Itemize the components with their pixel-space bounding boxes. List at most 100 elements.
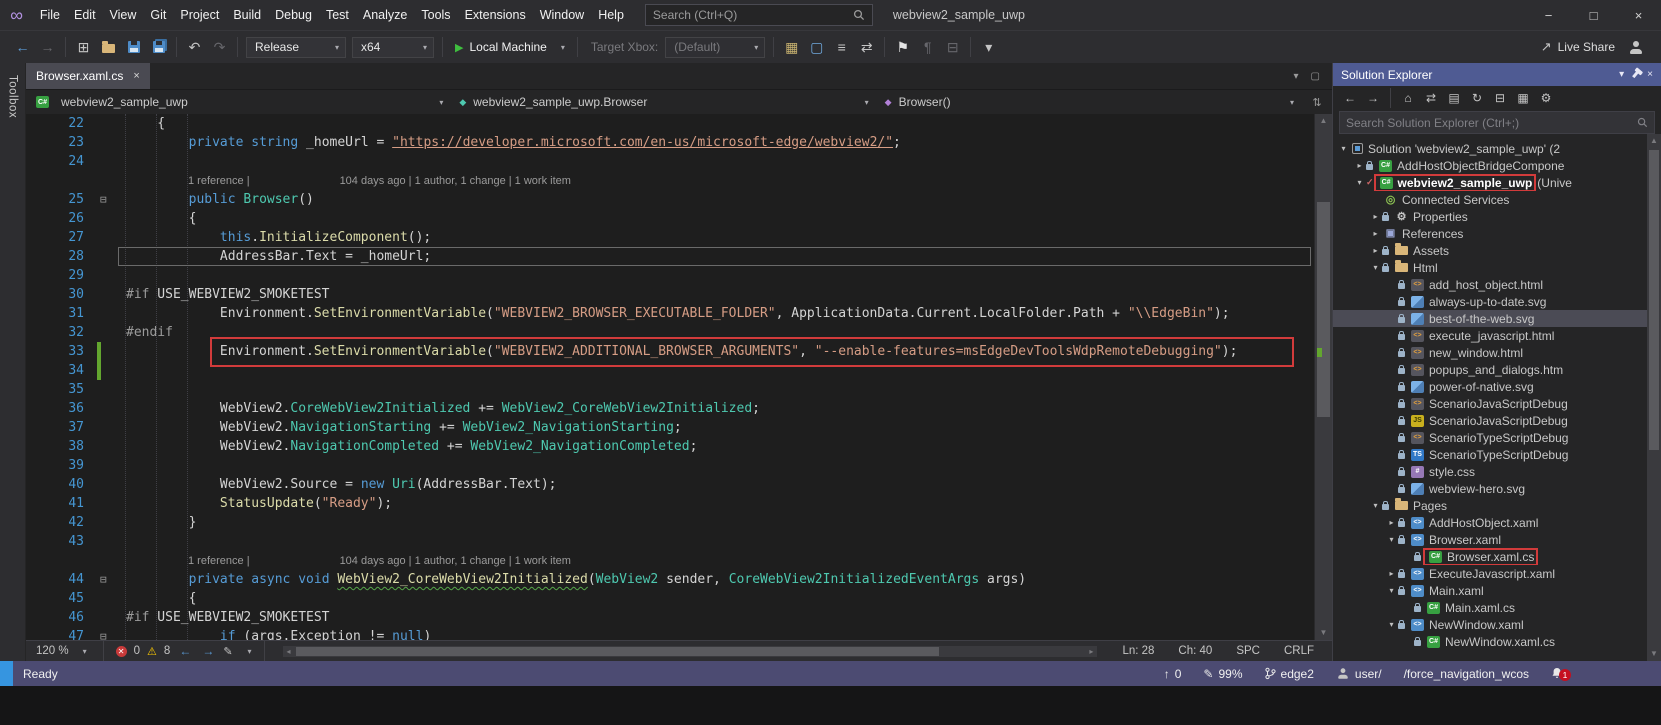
code-editor[interactable]: 22 {23 private string _homeUrl = "https:…	[26, 114, 1314, 640]
code-line[interactable]: 47 ⊟ if (args.Exception != null)	[26, 627, 1314, 640]
switch-views-icon[interactable]: ⇄	[1420, 88, 1442, 108]
code-line[interactable]: 23 private string _homeUrl = "https://de…	[26, 133, 1314, 152]
scroll-right-icon[interactable]: ▸	[1085, 646, 1097, 657]
tree-item-newwindow-xaml[interactable]: ▾ <> NewWindow.xaml	[1333, 616, 1647, 633]
add-item-icon[interactable]: ⊞	[71, 35, 96, 59]
menu-debug[interactable]: Debug	[268, 4, 319, 26]
toolbox-tab[interactable]: Toolbox	[7, 65, 19, 128]
menu-extensions[interactable]: Extensions	[458, 4, 533, 26]
scroll-down-icon[interactable]: ▼	[1315, 626, 1332, 640]
menu-build[interactable]: Build	[226, 4, 268, 26]
code-line[interactable]: 44 ⊟ private async void WebView2_CoreWebV…	[26, 570, 1314, 589]
expander-icon[interactable]: ▾	[1385, 620, 1398, 629]
navigate-forward-icon[interactable]: →	[200, 644, 216, 658]
code-line[interactable]: 45 {	[26, 589, 1314, 608]
outgoing-commits[interactable]: ↑ 0	[1164, 667, 1182, 681]
editor-vertical-scrollbar[interactable]: ▲ ▼	[1314, 114, 1332, 640]
show-all-files-icon[interactable]: ▦	[1512, 88, 1534, 108]
code-line[interactable]: 27 this.InitializeComponent();	[26, 228, 1314, 247]
fold-marker-icon[interactable]: ⊟	[100, 574, 107, 585]
collapse-all-icon[interactable]: ⊟	[1489, 88, 1511, 108]
menu-project[interactable]: Project	[173, 4, 226, 26]
zoom-select[interactable]: 120 % ▾	[32, 645, 91, 657]
screenshot-icon[interactable]: ▦	[779, 35, 804, 59]
forward-icon[interactable]: →	[35, 35, 60, 59]
scroll-up-icon[interactable]: ▲	[1647, 134, 1661, 148]
tree-item-scenariojavascriptdebug[interactable]: JS ScenarioJavaScriptDebug	[1333, 412, 1647, 429]
expander-icon[interactable]: ▸	[1369, 212, 1382, 221]
solution-explorer-header[interactable]: Solution Explorer ▾ ×	[1333, 63, 1661, 86]
scroll-down-icon[interactable]: ▼	[1647, 647, 1661, 661]
tree-item-execute-javascript-html[interactable]: <> execute_javascript.html	[1333, 327, 1647, 344]
target-device-select[interactable]: (Default) ▾	[665, 36, 766, 58]
expander-icon[interactable]: ▸	[1385, 518, 1398, 527]
tree-item-solution-webview2-sample-uwp-2[interactable]: ▾ Solution 'webview2_sample_uwp' (2	[1333, 140, 1647, 157]
tab-browser-xaml-cs[interactable]: Browser.xaml.cs ×	[26, 63, 150, 89]
redo-icon[interactable]: ↷	[207, 35, 232, 59]
save-icon[interactable]	[121, 35, 146, 59]
undo-icon[interactable]: ↶	[182, 35, 207, 59]
fold-marker-icon[interactable]: ⊟	[100, 194, 107, 205]
comment-icon[interactable]: ¶	[915, 35, 940, 59]
code-line[interactable]: 36 WebView2.CoreWebView2Initialized += W…	[26, 399, 1314, 418]
document-list-icon[interactable]: ▾	[1294, 71, 1299, 82]
codelens-references[interactable]: 1 reference |	[188, 555, 250, 567]
menu-view[interactable]: View	[103, 4, 144, 26]
menu-edit[interactable]: Edit	[67, 4, 103, 26]
monitor-icon[interactable]: ▢	[804, 35, 829, 59]
expander-icon[interactable]: ▸	[1353, 161, 1366, 170]
tree-item-best-of-the-web-svg[interactable]: best-of-the-web.svg	[1333, 310, 1647, 327]
maximize-icon[interactable]: □	[1571, 0, 1616, 30]
expander-icon[interactable]: ▾	[1369, 501, 1382, 510]
error-icon[interactable]: ✕	[115, 645, 127, 657]
notifications-button[interactable]: 1	[1551, 667, 1571, 681]
tree-item-executejavascript-xaml[interactable]: ▸ <> ExecuteJavascript.xaml	[1333, 565, 1647, 582]
expander-icon[interactable]: ▸	[1369, 246, 1382, 255]
code-line[interactable]: 26 {	[26, 209, 1314, 228]
code-line[interactable]: 40 WebView2.Source = new Uri(AddressBar.…	[26, 475, 1314, 494]
error-count[interactable]: 0	[134, 645, 140, 657]
back-icon[interactable]: ←	[1339, 88, 1361, 108]
git-branch[interactable]: edge2	[1264, 667, 1314, 681]
spaces-indicator[interactable]: SPC	[1236, 645, 1260, 657]
outline-icon[interactable]: ⊟	[940, 35, 965, 59]
tree-item-scenariotypescriptdebug[interactable]: TS ScenarioTypeScriptDebug	[1333, 446, 1647, 463]
edit-progress[interactable]: ✎ 99%	[1203, 667, 1242, 681]
menu-file[interactable]: File	[33, 4, 67, 26]
solution-search-input[interactable]: Search Solution Explorer (Ctrl+;)	[1339, 111, 1655, 134]
tree-item-addhostobjectbridgecompone[interactable]: ▸ C# AddHostObjectBridgeCompone	[1333, 157, 1647, 174]
tab-close-icon[interactable]: ×	[133, 70, 139, 82]
tree-item-style-css[interactable]: # style.css	[1333, 463, 1647, 480]
live-share-button[interactable]: ↗ Live Share	[1535, 39, 1621, 55]
codelens-references[interactable]: 1 reference |	[188, 175, 250, 187]
tree-item-references[interactable]: ▸ ▣ References	[1333, 225, 1647, 242]
quick-search-input[interactable]: Search (Ctrl+Q)	[644, 4, 873, 26]
tree-item-newwindow-xaml-cs[interactable]: C# NewWindow.xaml.cs	[1333, 633, 1647, 650]
menu-help[interactable]: Help	[591, 4, 631, 26]
properties-icon[interactable]: ⚙	[1535, 88, 1557, 108]
expander-icon[interactable]: ▾	[1369, 263, 1382, 272]
code-line[interactable]: 33 Environment.SetEnvironmentVariable("W…	[26, 337, 1314, 367]
platform-select[interactable]: x64 ▾	[352, 36, 434, 58]
bookmark-icon[interactable]: ⚑	[890, 35, 915, 59]
tree-item-pages[interactable]: ▾ Pages	[1333, 497, 1647, 514]
list-icon[interactable]: ≡	[829, 35, 854, 59]
tree-item-webview-hero-svg[interactable]: webview-hero.svg	[1333, 480, 1647, 497]
menu-git[interactable]: Git	[143, 4, 173, 26]
code-line[interactable]: 39	[26, 456, 1314, 475]
warning-icon[interactable]: ⚠	[147, 645, 157, 658]
start-debugging-button[interactable]: ▶ Local Machine ▾	[448, 35, 572, 59]
open-folder-icon[interactable]	[96, 35, 121, 59]
scroll-left-icon[interactable]: ◂	[283, 646, 295, 657]
account-icon[interactable]	[1629, 40, 1643, 54]
expander-icon[interactable]: ▸	[1369, 229, 1382, 238]
edit-mode-icon[interactable]: ✎	[223, 645, 232, 658]
tree-item-html[interactable]: ▾ Html	[1333, 259, 1647, 276]
tree-item-new-window-html[interactable]: <> new_window.html	[1333, 344, 1647, 361]
home-icon[interactable]: ⌂	[1397, 88, 1419, 108]
breadcrumb-type[interactable]: ◆ webview2_sample_uwp.Browser ▾	[451, 90, 876, 114]
save-all-icon[interactable]	[146, 35, 171, 59]
code-line[interactable]: 25 ⊟ public Browser()	[26, 190, 1314, 209]
code-line[interactable]: 46 #if USE_WEBVIEW2_SMOKETEST	[26, 608, 1314, 627]
more-icon[interactable]: ▾	[976, 35, 1001, 59]
